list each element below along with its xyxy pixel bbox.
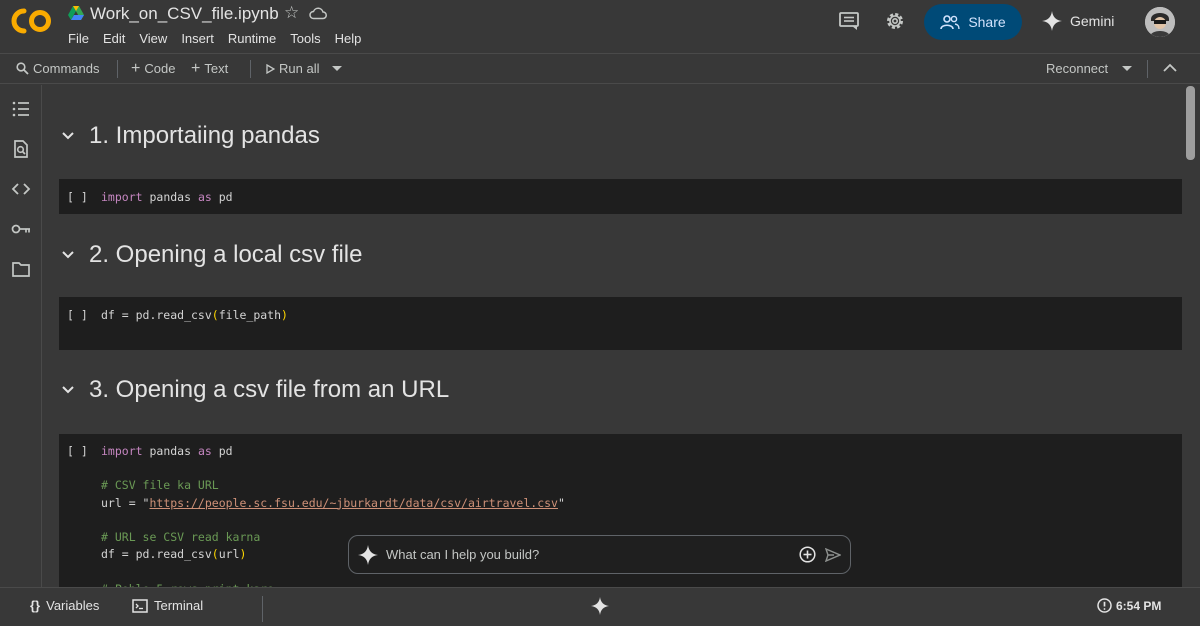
commands-label: Commands bbox=[33, 61, 100, 76]
reconnect-button[interactable]: Reconnect bbox=[1046, 61, 1108, 76]
run-cell-button[interactable]: [ ] bbox=[67, 308, 88, 322]
plus-icon: + bbox=[191, 60, 201, 77]
add-icon[interactable] bbox=[799, 546, 816, 563]
section-header[interactable]: 2. Opening a local csv file bbox=[61, 241, 362, 269]
text-label: Text bbox=[204, 61, 229, 76]
code-snippets-icon[interactable] bbox=[11, 179, 31, 199]
drive-icon[interactable] bbox=[68, 6, 84, 20]
menu-help[interactable]: Help bbox=[335, 31, 362, 46]
add-text-button[interactable]: + Text bbox=[191, 60, 229, 77]
secrets-key-icon[interactable] bbox=[11, 219, 31, 239]
run-all-label: Run all bbox=[279, 61, 320, 76]
menu-file[interactable]: File bbox=[68, 31, 89, 46]
terminal-label: Terminal bbox=[154, 598, 204, 613]
search-icon bbox=[16, 62, 29, 75]
comment-icon[interactable] bbox=[838, 10, 860, 32]
section-header[interactable]: 3. Opening a csv file from an URL bbox=[61, 376, 449, 404]
alert-icon bbox=[1097, 598, 1112, 613]
run-cell-button[interactable]: [ ] bbox=[67, 444, 88, 458]
variables-icon: {} bbox=[30, 598, 41, 613]
commands-button[interactable]: Commands bbox=[16, 61, 99, 76]
send-icon[interactable] bbox=[825, 547, 841, 562]
section-header[interactable]: 1. Importaiing pandas bbox=[61, 122, 320, 150]
code-cell[interactable]: [ ] import pandas as pd bbox=[59, 179, 1182, 214]
terminal-button[interactable]: Terminal bbox=[132, 598, 203, 613]
section-title: 3. Opening a csv file from an URL bbox=[89, 376, 450, 403]
gemini-label: Gemini bbox=[1070, 13, 1115, 29]
runtime-dropdown-icon[interactable] bbox=[1122, 66, 1132, 72]
menu-view[interactable]: View bbox=[139, 31, 167, 46]
code-editor[interactable]: import pandas as pd bbox=[101, 189, 233, 206]
gemini-icon bbox=[358, 544, 378, 565]
gemini-button[interactable]: Gemini bbox=[1042, 11, 1114, 31]
files-folder-icon[interactable] bbox=[11, 259, 31, 279]
menu-insert[interactable]: Insert bbox=[181, 31, 214, 46]
gemini-prompt-box[interactable]: What can I help you build? bbox=[348, 535, 851, 574]
people-icon bbox=[940, 15, 961, 30]
notebook-area: 1. Importaiing pandas [ ] import pandas … bbox=[43, 85, 1183, 587]
scrollbar[interactable] bbox=[1186, 86, 1195, 160]
chevron-down-icon[interactable] bbox=[61, 383, 75, 397]
runtime-status[interactable]: 6:54 PM bbox=[1097, 598, 1161, 613]
menu-edit[interactable]: Edit bbox=[103, 31, 125, 46]
avatar[interactable] bbox=[1145, 7, 1175, 37]
code-editor[interactable]: df = pd.read_csv(file_path) bbox=[101, 307, 288, 324]
notebook-toolbar: Commands + Code + Text Run all Reconnect bbox=[0, 53, 1200, 84]
add-code-button[interactable]: + Code bbox=[131, 60, 176, 77]
terminal-icon bbox=[132, 598, 148, 613]
share-label: Share bbox=[968, 14, 1006, 30]
status-divider bbox=[262, 596, 263, 622]
run-cell-button[interactable]: [ ] bbox=[67, 190, 88, 204]
notebook-title[interactable]: Work_on_CSV_file.ipynb bbox=[90, 4, 279, 24]
toolbar-divider bbox=[117, 60, 118, 78]
section-title: 2. Opening a local csv file bbox=[89, 241, 363, 268]
gemini-prompt-input[interactable]: What can I help you build? bbox=[386, 547, 799, 562]
star-icon[interactable]: ☆ bbox=[284, 3, 299, 23]
toolbar-divider bbox=[1147, 60, 1148, 78]
top-bar: Work_on_CSV_file.ipynb ☆ File Edit View … bbox=[0, 0, 1200, 52]
section-title: 1. Importaiing pandas bbox=[89, 122, 320, 149]
play-icon bbox=[266, 63, 275, 74]
status-time: 6:54 PM bbox=[1116, 598, 1162, 613]
share-button[interactable]: Share bbox=[924, 4, 1022, 40]
code-label: Code bbox=[144, 61, 176, 76]
variables-button[interactable]: {} Variables bbox=[30, 598, 99, 613]
status-bar: {} Variables Terminal 6:54 PM bbox=[0, 587, 1200, 626]
chevron-down-icon[interactable] bbox=[61, 129, 75, 143]
menu-tools[interactable]: Tools bbox=[290, 31, 320, 46]
menu-bar: File Edit View Insert Runtime Tools Help bbox=[68, 31, 375, 46]
plus-icon: + bbox=[131, 60, 141, 77]
table-of-contents-icon[interactable] bbox=[11, 99, 31, 119]
colab-logo[interactable] bbox=[10, 7, 54, 35]
menu-runtime[interactable]: Runtime bbox=[228, 31, 276, 46]
find-icon[interactable] bbox=[11, 139, 31, 159]
code-cell[interactable]: [ ] df = pd.read_csv(file_path) bbox=[59, 297, 1182, 350]
collapse-header-icon[interactable] bbox=[1163, 63, 1177, 72]
run-all-button[interactable]: Run all bbox=[266, 61, 319, 76]
run-all-dropdown-icon[interactable] bbox=[332, 66, 342, 72]
chevron-down-icon[interactable] bbox=[61, 248, 75, 262]
reconnect-label: Reconnect bbox=[1046, 61, 1109, 76]
left-sidebar bbox=[0, 85, 42, 587]
settings-icon[interactable] bbox=[884, 10, 906, 32]
gemini-icon bbox=[1042, 11, 1062, 31]
variables-label: Variables bbox=[46, 598, 100, 613]
toolbar-divider bbox=[250, 60, 251, 78]
cloud-icon[interactable] bbox=[309, 6, 327, 20]
gemini-icon[interactable] bbox=[591, 597, 609, 615]
